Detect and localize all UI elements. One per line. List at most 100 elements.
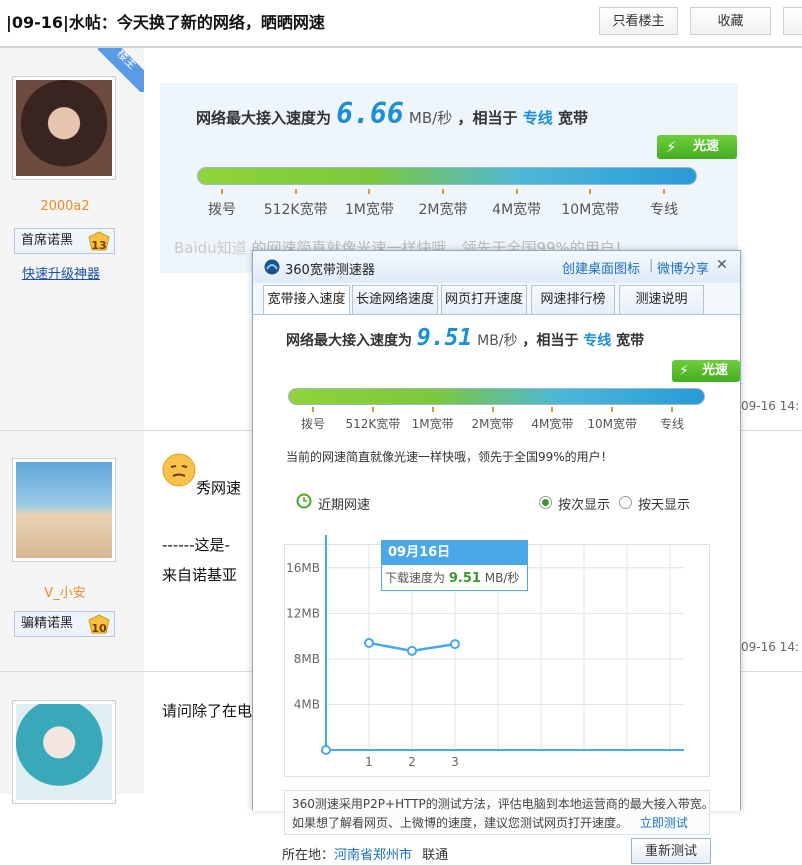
speed-test-dialog: 360宽带测速器 创建桌面图标 | 微博分享 ✕ 宽带接入速度 长途网络速度 网… <box>252 250 741 864</box>
tooltip-date: 09月16日 <box>382 541 527 565</box>
thread-header: |09-16|水帖：今天换了新的网络，晒晒网速 只看楼主 收藏 <box>0 0 802 48</box>
recent-speed-label: 近期网速 <box>318 498 371 513</box>
post-time: 09-16 14: <box>741 640 799 654</box>
scale-label: 4M宽带 <box>531 417 574 431</box>
scale-tick <box>368 189 371 194</box>
bolt-icon: ⚡ <box>679 363 689 379</box>
scale-tick <box>221 189 223 194</box>
scale-label: 1M宽带 <box>411 417 454 431</box>
retest-button[interactable]: 重新测试 <box>631 838 711 864</box>
speed-scale-bar <box>288 388 705 405</box>
scale-label: 专线 <box>650 202 678 218</box>
speed-scale: 拨号 512K宽带 1M宽带 2M宽带 4M宽带 10M宽带 专线 <box>197 189 697 229</box>
light-speed-badge: ⚡ 光速 <box>672 360 740 382</box>
weibo-share-link[interactable]: 微博分享 <box>657 258 709 277</box>
by-day-radio[interactable] <box>619 496 632 509</box>
x-tick-label: 2 <box>408 755 416 769</box>
speed-scale-bar <box>197 167 697 185</box>
test-now-link[interactable]: 立即测试 <box>640 816 688 830</box>
scale-tick <box>663 189 665 194</box>
scale-tick <box>442 189 444 194</box>
dialog-body: 网络最大接入速度为 9.51 MB/秒 ，相当于 专线 宽带 ⚡ 光速 拨号 51… <box>253 314 740 864</box>
dialog-titlebar[interactable]: 360宽带测速器 创建桌面图标 | 微博分享 ✕ <box>253 251 740 283</box>
scale-label: 512K宽带 <box>345 417 401 431</box>
post-speed-image: 网络最大接入速度为 6.66 MB/秒 ，相当于 专线 宽带 ⚡ 光速 拨号 51… <box>160 83 738 273</box>
scale-tick <box>294 189 297 194</box>
tab-broadband-speed[interactable]: 宽带接入速度 <box>263 285 350 315</box>
scale-tick <box>312 407 314 412</box>
post-text: 请问除了在电 <box>162 702 253 720</box>
dialog-title: 360宽带测速器 <box>285 263 375 278</box>
avatar[interactable] <box>12 458 116 562</box>
by-count-label[interactable]: 按次显示 <box>558 494 610 513</box>
close-icon[interactable]: ✕ <box>716 257 728 273</box>
tab-help[interactable]: 测速说明 <box>619 285 704 315</box>
username[interactable]: V_小安 <box>0 582 130 601</box>
post-image-title: 网络最大接入速度为 6.66 MB/秒 ，相当于 专线 宽带 <box>196 97 588 130</box>
scale-tick <box>515 189 518 194</box>
scale-label: 2M宽带 <box>471 417 514 431</box>
scale-tick <box>551 407 554 412</box>
create-shortcut-link[interactable]: 创建桌面图标 <box>562 258 640 277</box>
post-signature: 来自诺基亚 <box>162 566 238 584</box>
tooltip-value: 下载速度为 9.51 MB/秒 <box>385 571 520 586</box>
scale-tick <box>431 407 434 412</box>
scale-tick <box>611 407 614 412</box>
post-text: 秀网速 <box>196 479 242 497</box>
y-tick-label: 4MB <box>294 697 320 711</box>
light-speed-badge: ⚡ 光速 <box>657 135 737 159</box>
scale-label: 4M宽带 <box>492 202 542 218</box>
post-time: 09-16 14: <box>741 399 799 413</box>
scale-label: 512K宽带 <box>263 202 328 218</box>
speed-point <box>450 639 460 650</box>
scale-label: 拨号 <box>208 202 236 218</box>
scale-label: 10M宽带 <box>587 417 637 431</box>
link-divider: | <box>649 258 654 273</box>
x-tick-label: 1 <box>365 755 373 769</box>
smiley-emoticon-icon <box>162 453 196 487</box>
chart-tooltip: 09月16日 下载速度为 9.51 MB/秒 <box>381 540 528 591</box>
test-method-note: 360测速采用P2P+HTTP的测试方法，评估电脑到本地运营商的最大接入带宽。 … <box>284 790 714 835</box>
scale-label: 2M宽带 <box>418 202 468 218</box>
speed-headline: 网络最大接入速度为 9.51 MB/秒 ，相当于 专线 宽带 <box>286 325 645 351</box>
rank-title: 骗精诺黑 <box>21 616 74 631</box>
level-icon: 10 <box>88 614 110 635</box>
rank-title: 首席诺黑 <box>21 233 74 248</box>
speed-summary: 当前的网速简直就像光速一样快哦，领先于全国99%的用户！ <box>286 450 613 464</box>
tab-webpage-speed[interactable]: 网页打开速度 <box>441 285 527 315</box>
origin-point <box>321 745 331 755</box>
avatar[interactable] <box>12 76 116 180</box>
scale-tick <box>671 407 673 412</box>
scale-label: 10M宽带 <box>561 202 620 218</box>
rank-badge[interactable]: 首席诺黑 13 <box>14 228 115 254</box>
upgrade-link[interactable]: 快速升级神器 <box>22 263 100 282</box>
avatar[interactable] <box>12 700 116 804</box>
username[interactable]: 2000a2 <box>0 199 130 214</box>
scale-label: 专线 <box>659 417 685 431</box>
speed-point <box>364 637 374 648</box>
scale-tick <box>371 407 374 412</box>
thread-title: |09-16|水帖：今天换了新的网络，晒晒网速 <box>6 13 325 32</box>
location-row: 所在地：河南省郑州市 联通 <box>282 848 449 863</box>
level-icon: 13 <box>88 231 110 252</box>
more-button[interactable] <box>783 7 802 35</box>
scale-tick <box>589 189 592 194</box>
scale-label: 1M宽带 <box>344 202 394 218</box>
speed-point <box>407 645 417 656</box>
by-count-radio[interactable] <box>539 496 552 509</box>
rank-badge[interactable]: 骗精诺黑 10 <box>14 611 115 637</box>
scale-tick <box>491 407 494 412</box>
scale-label: 拨号 <box>300 417 326 431</box>
tab-long-distance[interactable]: 长途网络速度 <box>352 285 438 315</box>
only-op-button[interactable]: 只看楼主 <box>599 7 678 35</box>
tab-ranking[interactable]: 网速排行榜 <box>531 285 615 315</box>
post-text: ------这是- <box>162 536 230 554</box>
y-tick-label: 12MB <box>286 606 320 620</box>
favorite-button[interactable]: 收藏 <box>690 7 771 35</box>
speed-scale: 拨号 512K宽带 1M宽带 2M宽带 4M宽带 10M宽带 专线 <box>288 407 705 437</box>
y-tick-label: 8MB <box>294 652 320 666</box>
app-logo-icon <box>264 259 280 275</box>
bolt-icon: ⚡ <box>666 138 677 156</box>
by-day-label[interactable]: 按天显示 <box>638 494 690 513</box>
clock-icon <box>296 493 312 509</box>
